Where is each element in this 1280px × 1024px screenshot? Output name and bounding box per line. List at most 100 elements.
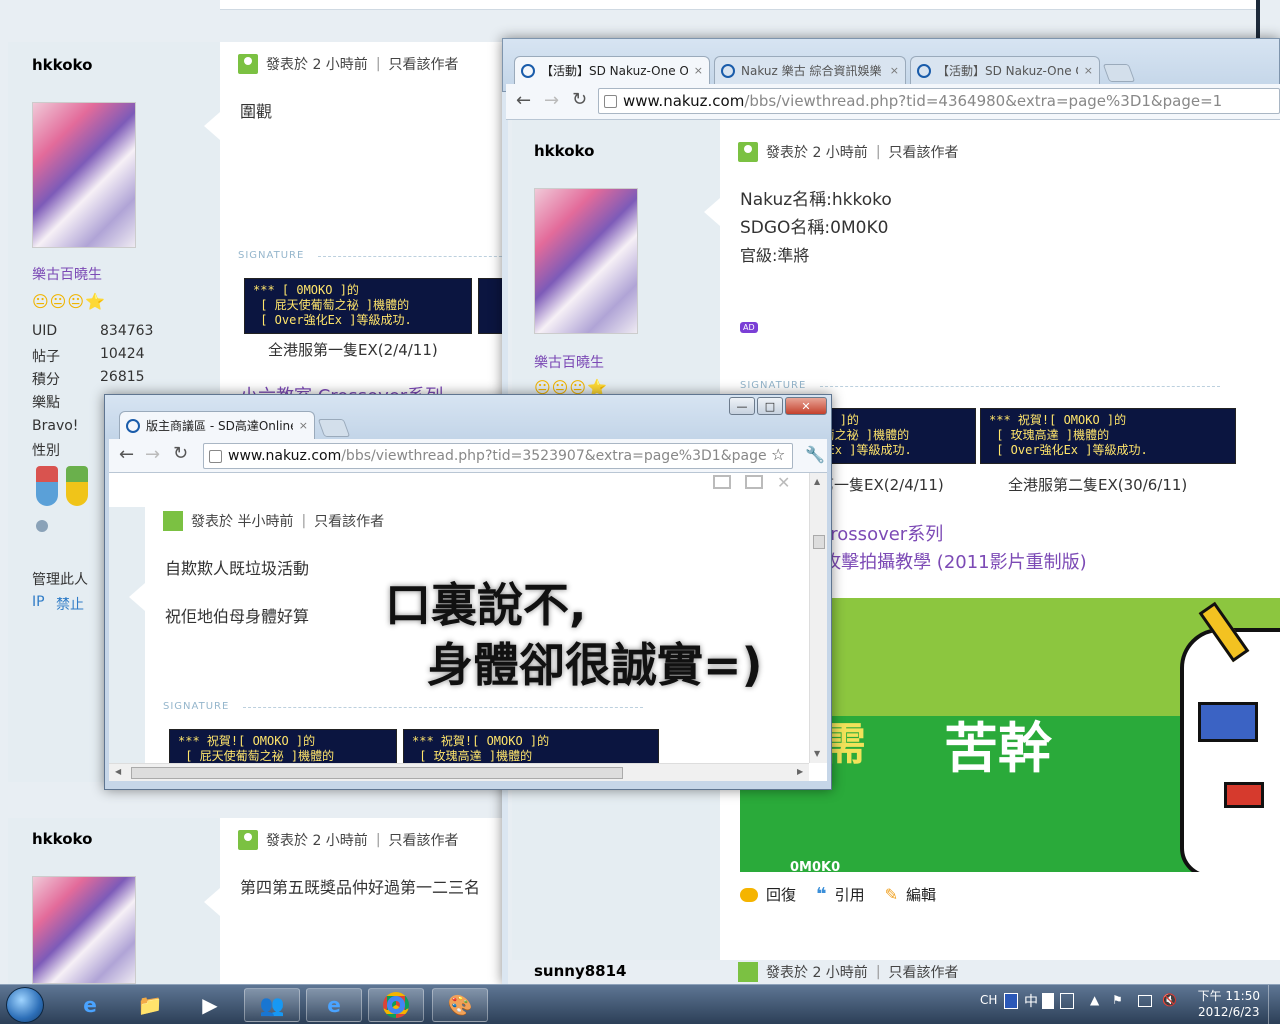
tab-label: 【活動】SD Nakuz-One O <box>937 64 1078 78</box>
forward-icon[interactable]: → <box>544 90 559 111</box>
separator: | <box>301 513 307 529</box>
scrollbar-up-arrow[interactable]: ▲ <box>814 477 820 486</box>
clock-date: 2012/6/23 <box>1198 1005 1260 1019</box>
signature-banner: *** 祝賀![ OMOKO ]的 [ 玫瑰高達 ]機體的 [ Over強化Ex… <box>980 408 1236 464</box>
show-desktop-button[interactable] <box>1268 985 1280 1024</box>
taskbar-paint-icon[interactable]: 🎨 <box>432 988 488 1022</box>
language-indicator[interactable]: CH <box>980 993 997 1007</box>
tab-label: 版主商議區 - SD高達Online <box>146 419 293 433</box>
stat-posts: 帖子 10424 <box>32 346 145 365</box>
reply-action[interactable]: 回復 <box>740 884 796 905</box>
taskbar-chrome-icon[interactable] <box>368 988 424 1022</box>
tab-nakuz[interactable]: Nakuz 樂古 綜合資訊娛樂 × <box>714 56 906 84</box>
scrollbar-thumb[interactable] <box>131 767 623 779</box>
address-bar[interactable]: www.nakuz.com/bbs/viewthread.php?tid=436… <box>598 88 1280 114</box>
tab-close-icon[interactable]: × <box>299 419 308 432</box>
signature-banner: *** 祝賀![ OMOKO ]的 [ 屁天使葡萄之祕 ]機體的 <box>169 729 397 765</box>
only-author-link[interactable]: 只看該作者 <box>389 830 459 850</box>
avatar[interactable] <box>534 188 638 334</box>
volume-muted-icon[interactable]: 🔇 <box>1162 993 1177 1007</box>
ip-link[interactable]: IP <box>32 594 45 610</box>
ime-mode[interactable]: 中 <box>1024 991 1038 1011</box>
reload-icon[interactable]: ↻ <box>173 443 188 464</box>
small-gear-icon[interactable] <box>36 520 48 532</box>
reload-icon[interactable]: ↻ <box>572 89 587 110</box>
tab-label: Nakuz 樂古 綜合資訊娛樂 <box>741 64 882 78</box>
taskbar-ie-icon[interactable]: e <box>306 988 362 1022</box>
vertical-scrollbar[interactable]: ▲ ▼ <box>809 473 827 763</box>
scrollbar-thumb[interactable] <box>813 535 825 549</box>
tab-close-icon[interactable]: × <box>890 64 899 77</box>
show-hidden-icons[interactable]: ▲ <box>1090 993 1099 1007</box>
post-arrow <box>204 112 220 140</box>
user-online-icon <box>238 54 258 74</box>
maximize-button[interactable]: □ <box>757 397 783 415</box>
fullwidth-icon[interactable] <box>1042 993 1054 1009</box>
signature-banner: *** 祝賀![ OMOKO ]的 [ 玫瑰高達 ]機體的 <box>403 729 659 765</box>
wrench-icon[interactable]: 🔧 <box>805 445 825 464</box>
network-icon[interactable] <box>1138 995 1152 1007</box>
tab-close-icon[interactable]: × <box>1084 64 1093 77</box>
rank-stars: 😐😐😐⭐ <box>32 292 106 311</box>
gundam-visor <box>1198 702 1258 742</box>
post-username[interactable]: hkkoko <box>32 830 92 848</box>
forward-icon[interactable]: → <box>145 444 160 465</box>
signature-label: SIGNATURE <box>238 250 721 261</box>
only-author-link[interactable]: 只看該作者 <box>314 511 384 531</box>
scrollbar-left-arrow[interactable]: ◀ <box>115 767 121 776</box>
action-center-flag-icon[interactable]: ⚑ <box>1112 993 1123 1007</box>
only-author-link[interactable]: 只看該作者 <box>889 142 959 162</box>
scrollbar-down-arrow[interactable]: ▼ <box>814 749 820 758</box>
gundam-chin <box>1224 782 1264 808</box>
edit-action[interactable]: ✎ 編輯 <box>885 884 936 905</box>
chrome-tab-favicon <box>721 63 735 78</box>
taskbar-media-player-icon[interactable]: ▶ <box>182 988 238 1022</box>
popout-icon[interactable] <box>713 475 731 489</box>
stat-gender: 性別 <box>32 443 60 459</box>
separator: | <box>375 56 381 72</box>
tab-moderator-area[interactable]: 版主商議區 - SD高達Online × <box>119 411 315 439</box>
taskbar-ie-icon[interactable]: e <box>62 988 118 1022</box>
quote-action[interactable]: ❝ 引用 <box>816 884 865 905</box>
taskbar-explorer-icon[interactable]: 📁 <box>122 988 178 1022</box>
gundam-antenna <box>1198 601 1250 663</box>
browser-window-small: — □ ✕ 版主商議區 - SD高達Online × ← → ↻ www.nak… <box>104 394 832 790</box>
reply-bubble-icon <box>740 887 758 902</box>
posted-time: 發表於 2 小時前 <box>266 57 368 73</box>
only-author-link[interactable]: 只看該作者 <box>889 962 959 982</box>
close-small-icon[interactable]: ✕ <box>777 473 790 492</box>
avatar[interactable] <box>32 102 136 248</box>
address-bar[interactable]: www.nakuz.com/bbs/viewthread.php?tid=352… <box>203 443 793 469</box>
back-icon[interactable]: ← <box>516 90 531 111</box>
banner-caption: 全港服第二隻EX(30/6/11) <box>1008 476 1188 494</box>
next-post-username[interactable]: sunny8814 <box>534 962 627 980</box>
avatar[interactable] <box>32 876 136 984</box>
post-username[interactable]: hkkoko <box>32 56 92 74</box>
scrollbar-right-arrow[interactable]: ▶ <box>797 767 803 776</box>
window-icon[interactable] <box>745 475 763 489</box>
system-clock[interactable]: 下午 11:50 2012/6/23 <box>1198 988 1260 1020</box>
tab-activity-2[interactable]: 【活動】SD Nakuz-One O × <box>910 56 1100 84</box>
tab-activity-1[interactable]: 【活動】SD Nakuz-One O × <box>514 56 710 84</box>
tab-close-icon[interactable]: × <box>694 64 703 77</box>
back-icon[interactable]: ← <box>119 444 134 465</box>
ime-icon[interactable] <box>1004 993 1018 1009</box>
start-button[interactable] <box>6 987 44 1023</box>
only-author-link[interactable]: 只看該作者 <box>389 54 459 74</box>
next-post-meta: 發表於 2 小時前 | 只看該作者 <box>738 962 959 982</box>
close-button[interactable]: ✕ <box>785 397 827 415</box>
horizontal-scrollbar[interactable]: ◀ ▶ <box>109 763 809 781</box>
profile-line-sdgo: SDGO名稱:0M0K0 <box>740 218 889 238</box>
ad-badge[interactable]: AD <box>740 322 758 333</box>
ime-menu-icon[interactable] <box>1060 993 1074 1009</box>
minimize-button[interactable]: — <box>729 397 755 415</box>
post-username[interactable]: hkkoko <box>534 142 594 160</box>
ban-link[interactable]: 禁止 <box>56 594 84 614</box>
posted-time: 發表於 2 小時前 <box>766 145 868 161</box>
taskbar-messenger-icon[interactable]: 👥 <box>244 988 300 1022</box>
signature-label: SIGNATURE <box>740 380 1223 391</box>
chrome-icon <box>383 992 409 1018</box>
bookmark-star-icon[interactable]: ☆ <box>771 445 785 464</box>
post-arrow <box>129 583 145 611</box>
user-rank: 樂古百曉生 <box>534 355 604 371</box>
